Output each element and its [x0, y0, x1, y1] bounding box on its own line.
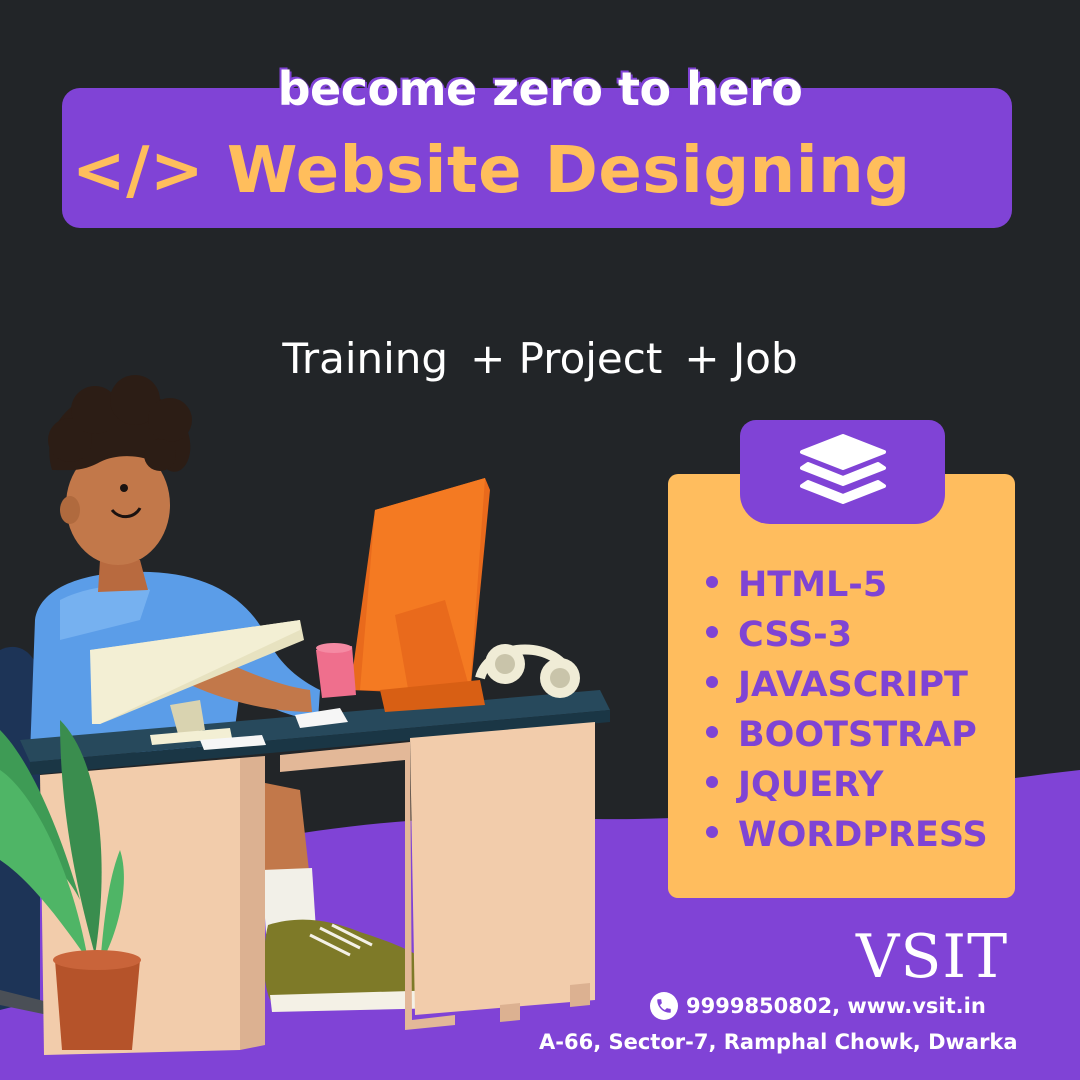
address-text: A-66, Sector-7, Ramphal Chowk, Dwarka	[539, 1030, 1018, 1054]
list-item: CSS-3	[706, 610, 988, 660]
layers-icon	[800, 434, 886, 504]
bullet-dot	[706, 726, 718, 738]
list-item: JQUERY	[706, 760, 988, 810]
headphones	[475, 644, 580, 698]
list-item: BOOTSTRAP	[706, 710, 988, 760]
tagline: become zero to hero	[277, 62, 803, 116]
phone-icon	[650, 992, 678, 1020]
skill-label: BOOTSTRAP	[738, 715, 977, 755]
subtitle-job: + Job	[684, 334, 798, 383]
skills-badge	[740, 420, 945, 524]
skill-label: WORDPRESS	[738, 815, 988, 855]
bullet-dot	[706, 626, 718, 638]
page-title: </> Website Designing	[72, 134, 911, 208]
contact-text[interactable]: 9999850802, www.vsit.in	[686, 994, 986, 1018]
bullet-dot	[706, 826, 718, 838]
skill-label: CSS-3	[738, 615, 853, 655]
list-item: WORDPRESS	[706, 810, 988, 860]
list-item: JAVASCRIPT	[706, 660, 988, 710]
skill-label: JQUERY	[738, 765, 884, 805]
person-at-computer-illustration	[0, 375, 610, 1055]
contact-line: 9999850802, www.vsit.in	[650, 992, 986, 1020]
bullet-dot	[706, 776, 718, 788]
skill-label: HTML-5	[738, 565, 888, 605]
list-item: HTML-5	[706, 560, 988, 610]
subtitle-training: Training	[282, 334, 449, 383]
skills-list: HTML-5 CSS-3 JAVASCRIPT BOOTSTRAP JQUERY…	[706, 560, 988, 860]
bullet-dot	[706, 576, 718, 588]
program-subtitle: Training + Project + Job	[0, 334, 1080, 383]
mug	[316, 646, 356, 698]
desk-right-cabinet	[410, 722, 595, 1015]
brand-logo: VSIT	[856, 922, 1009, 992]
subtitle-project: + Project	[470, 334, 663, 383]
bullet-dot	[706, 676, 718, 688]
skill-label: JAVASCRIPT	[738, 665, 968, 705]
